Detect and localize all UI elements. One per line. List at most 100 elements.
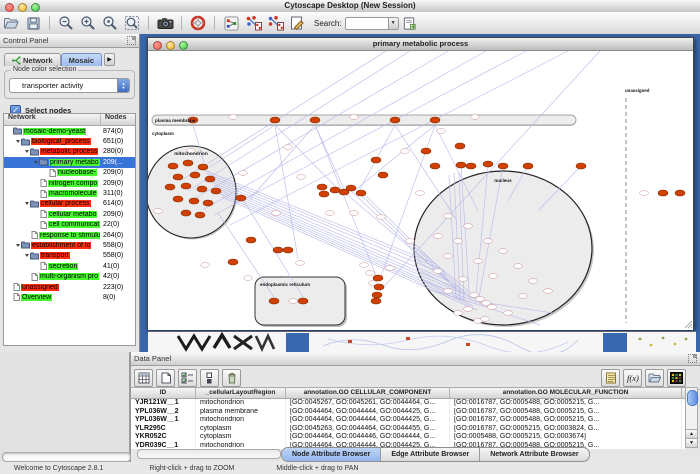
new-attribute-button[interactable] xyxy=(156,369,175,387)
tab-network[interactable]: Network xyxy=(4,53,61,66)
table-row[interactable]: YLR295Ccytoplasm[GO:0045263, GO:0044464,… xyxy=(131,425,685,434)
tree-row[interactable]: macromolecule311(0) xyxy=(4,188,135,198)
expander-icon[interactable] xyxy=(16,140,20,143)
network-node-unselected[interactable] xyxy=(386,266,395,271)
tree-row[interactable]: secretion41(0) xyxy=(4,261,135,271)
import-attributes-button[interactable] xyxy=(645,369,664,387)
network-node-selected[interactable] xyxy=(269,298,279,304)
network-node-unselected[interactable] xyxy=(244,276,253,281)
network-node-unselected[interactable] xyxy=(201,263,210,268)
tree-row[interactable]: cellular metabo209(0) xyxy=(4,209,135,219)
tree-row[interactable]: metabolic process280(0) xyxy=(4,147,135,157)
network-node-selected[interactable] xyxy=(211,188,221,194)
table-column-header[interactable]: annotation.GO CELLULAR_COMPONENT xyxy=(286,388,450,398)
network-node-selected[interactable] xyxy=(378,172,388,178)
tree-column-nodes[interactable]: Nodes xyxy=(101,114,126,125)
network-node-unselected[interactable] xyxy=(474,259,483,264)
network-node-unselected[interactable] xyxy=(544,289,553,294)
network-node-selected[interactable] xyxy=(173,196,183,202)
tab-network-attribute-browser[interactable]: Network Attribute Browser xyxy=(480,448,588,461)
network-node-selected[interactable] xyxy=(330,187,340,193)
zoom-selected-button[interactable] xyxy=(100,14,120,32)
network-node-unselected[interactable] xyxy=(289,299,298,304)
scroll-up-button[interactable]: ▲ xyxy=(686,429,697,438)
tab-node-attribute-browser[interactable]: Node Attribute Browser xyxy=(282,448,381,461)
annotation-button[interactable] xyxy=(287,14,307,32)
tree-row[interactable]: multi-organism pro42(0) xyxy=(4,271,135,281)
tab-overflow-button[interactable]: ▶ xyxy=(104,53,115,66)
network-node-selected[interactable] xyxy=(317,184,327,190)
network-node-selected[interactable] xyxy=(310,117,320,123)
network-node-selected[interactable] xyxy=(374,284,384,290)
network-node-selected[interactable] xyxy=(205,176,215,182)
network-node-unselected[interactable] xyxy=(482,301,491,306)
network-node-unselected[interactable] xyxy=(406,239,415,244)
tab-mosaic[interactable]: Mosaic xyxy=(61,53,102,66)
network-node-selected[interactable] xyxy=(371,298,381,304)
network-window-titlebar[interactable]: primary metabolic process xyxy=(148,38,693,51)
network-node-unselected[interactable] xyxy=(640,191,649,196)
function-builder-button[interactable]: f(x) xyxy=(623,369,642,387)
attribute-matrix-button[interactable] xyxy=(667,369,686,387)
network-node-selected[interactable] xyxy=(466,163,476,169)
notepad-button[interactable] xyxy=(601,369,620,387)
network-node-unselected[interactable] xyxy=(229,115,238,120)
tree-row[interactable]: Overview8(0) xyxy=(4,292,135,302)
network-node-selected[interactable] xyxy=(430,117,440,123)
network-node-selected[interactable] xyxy=(195,212,205,218)
tree-row[interactable]: primary metabo209(... xyxy=(4,157,135,167)
save-button[interactable] xyxy=(23,14,43,32)
network-node-selected[interactable] xyxy=(498,163,508,169)
network-node-unselected[interactable] xyxy=(360,263,369,268)
network-node-selected[interactable] xyxy=(371,157,381,163)
network-node-unselected[interactable] xyxy=(350,115,359,120)
network-node-unselected[interactable] xyxy=(454,311,463,316)
tree-row[interactable]: cell communicat22(0) xyxy=(4,220,135,230)
network-node-selected[interactable] xyxy=(523,163,533,169)
network-node-unselected[interactable] xyxy=(476,297,485,302)
attribute-table-button[interactable] xyxy=(134,369,153,387)
network-node-unselected[interactable] xyxy=(366,271,375,276)
network-node-unselected[interactable] xyxy=(377,215,386,220)
table-row[interactable]: YPL036W__2plasma membrane[GO:0044464, GO… xyxy=(131,408,685,417)
expander-icon[interactable] xyxy=(34,161,38,164)
network-node-unselected[interactable] xyxy=(444,254,453,259)
float-panel-icon[interactable] xyxy=(127,36,136,45)
column-options-button[interactable] xyxy=(200,369,219,387)
network-node-selected[interactable] xyxy=(390,117,400,123)
float-panel-icon[interactable] xyxy=(688,354,697,363)
network-node-unselected[interactable] xyxy=(326,211,335,216)
table-row[interactable]: YPL036W__1mitochondrion[GO:0044464, GO:0… xyxy=(131,416,685,425)
network-node-unselected[interactable] xyxy=(444,289,453,294)
zoom-out-button[interactable] xyxy=(56,14,76,32)
network-node-selected[interactable] xyxy=(181,183,191,189)
network-node-unselected[interactable] xyxy=(489,274,498,279)
network-node-selected[interactable] xyxy=(658,190,668,196)
table-row[interactable]: YJR121W__1mitochondrion[GO:0045267, GO:0… xyxy=(131,399,685,408)
network-node-selected[interactable] xyxy=(198,164,208,170)
network-node-selected[interactable] xyxy=(483,161,493,167)
scroll-down-button[interactable]: ▼ xyxy=(686,438,697,447)
network-node-selected[interactable] xyxy=(183,160,193,166)
network-node-selected[interactable] xyxy=(173,174,183,180)
tree-row[interactable]: establishment of lo558(0) xyxy=(4,240,135,250)
delete-attribute-button[interactable] xyxy=(222,369,241,387)
select-attributes-button[interactable] xyxy=(178,369,197,387)
expander-icon[interactable] xyxy=(25,254,29,257)
tree-row[interactable]: cellular process614(0) xyxy=(4,199,135,209)
network-node-unselected[interactable] xyxy=(272,211,281,216)
network-node-selected[interactable] xyxy=(270,117,280,123)
network-node-selected[interactable] xyxy=(228,259,238,265)
network-node-unselected[interactable] xyxy=(437,129,446,134)
network-node-selected[interactable] xyxy=(372,292,382,298)
network-node-selected[interactable] xyxy=(421,148,431,154)
network-node-unselected[interactable] xyxy=(296,261,305,266)
network-canvas[interactable]: plasma membranecytoplasmmitochondrionnuc… xyxy=(148,51,693,330)
network-node-unselected[interactable] xyxy=(471,115,480,120)
network-manager-button[interactable] xyxy=(221,14,241,32)
tree-row[interactable]: unassigned223(0) xyxy=(4,282,135,292)
apply-style-button[interactable] xyxy=(265,14,285,32)
tree-row[interactable]: response to stimulu264(0) xyxy=(4,230,135,240)
network-node-unselected[interactable] xyxy=(297,175,306,180)
network-node-unselected[interactable] xyxy=(464,307,473,312)
